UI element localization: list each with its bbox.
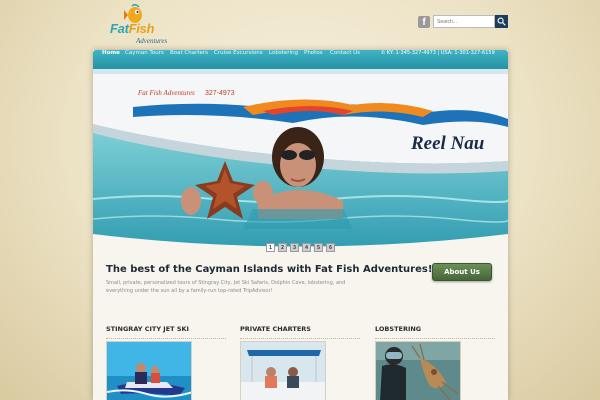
page-tagline: Small, private, personalized tours of St… (106, 280, 346, 294)
logo-text: FatFish (110, 21, 155, 36)
column-divider (375, 338, 495, 339)
logo-subtitle: Adventures (136, 37, 168, 45)
column-divider (106, 338, 226, 339)
lobstering-image[interactable] (375, 341, 461, 400)
svg-text:Reel Nau: Reel Nau (410, 133, 484, 154)
main-container: Home Cayman Tours Boat Charters Cruise E… (93, 50, 508, 400)
column-title-stingray[interactable]: STINGRAY CITY JET SKI (106, 325, 189, 333)
phone-numbers: ✆ KY: 1-345-327-4973 | USA: 1-301-327-61… (381, 50, 495, 56)
site-logo[interactable]: FatFish Adventures (110, 4, 167, 48)
slide-dot-5[interactable]: 5 (314, 243, 323, 252)
hero-slider[interactable]: Fat Fish Adventures 327-4973 Reel Nau 1 (93, 69, 508, 252)
main-navigation: Home Cayman Tours Boat Charters Cruise E… (93, 50, 508, 69)
column-title-lobstering[interactable]: LOBSTERING (375, 325, 421, 333)
slide-dot-1[interactable]: 1 (266, 243, 275, 252)
nav-home[interactable]: Home (102, 50, 120, 69)
svg-text:327-4973: 327-4973 (205, 90, 235, 97)
search-icon (497, 17, 506, 26)
stingray-jet-ski-image[interactable] (106, 341, 192, 400)
private-charters-image[interactable] (240, 341, 326, 400)
facebook-icon[interactable]: f (418, 16, 430, 28)
about-us-button[interactable]: About Us (432, 263, 492, 281)
nav-photos[interactable]: Photos (304, 50, 323, 69)
column-title-charters[interactable]: PRIVATE CHARTERS (240, 325, 311, 333)
nav-lobstering[interactable]: Lobstering (269, 50, 298, 69)
hero-image: Fat Fish Adventures 327-4973 Reel Nau (93, 69, 508, 252)
page-headline: The best of the Cayman Islands with Fat … (106, 264, 433, 275)
nav-cruise-excursions[interactable]: Cruise Excursions (214, 50, 263, 69)
nav-cayman-tours[interactable]: Cayman Tours (125, 50, 164, 69)
search-button[interactable] (495, 15, 508, 28)
slide-dot-4[interactable]: 4 (302, 243, 311, 252)
nav-contact-us[interactable]: Contact Us (330, 50, 360, 69)
svg-text:Fat Fish Adventures: Fat Fish Adventures (137, 89, 195, 97)
nav-boat-charters[interactable]: Boat Charters (170, 50, 208, 69)
search-input[interactable] (433, 15, 495, 28)
slide-dot-2[interactable]: 2 (278, 243, 287, 252)
column-divider (240, 338, 360, 339)
slide-dot-3[interactable]: 3 (290, 243, 299, 252)
slide-dot-6[interactable]: 6 (326, 243, 335, 252)
